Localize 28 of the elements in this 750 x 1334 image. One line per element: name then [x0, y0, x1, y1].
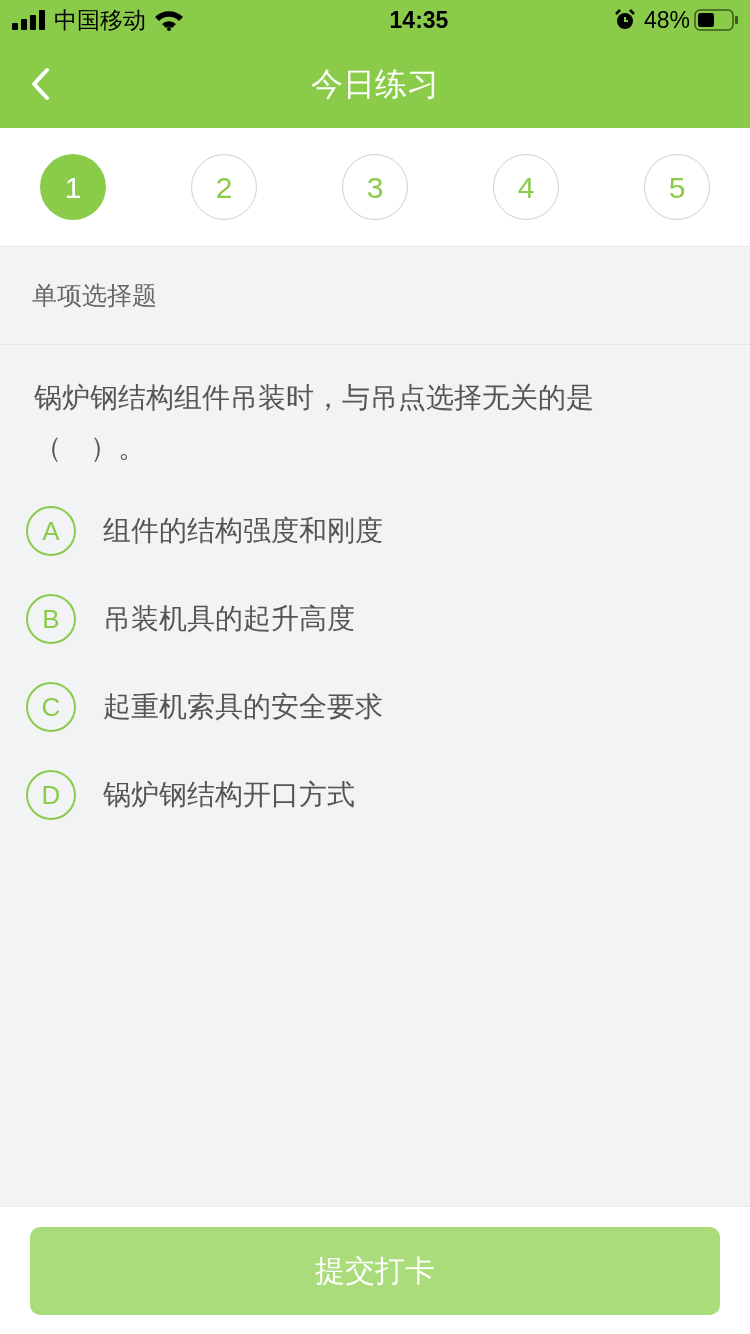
answer-option[interactable]: C 起重机索具的安全要求: [0, 663, 750, 751]
option-letter: B: [26, 594, 76, 644]
alarm-icon: [613, 9, 636, 31]
battery-percentage: 48%: [643, 5, 690, 35]
question-type: 单项选择题: [32, 279, 157, 311]
question-number[interactable]: 1: [40, 154, 106, 220]
option-letter: D: [26, 770, 76, 820]
option-text: 吊装机具的起升高度: [103, 602, 355, 636]
question-number[interactable]: 5: [644, 154, 710, 220]
question-number[interactable]: 2: [191, 154, 257, 220]
battery-icon: [694, 9, 738, 31]
answer-option[interactable]: B 吊装机具的起升高度: [0, 575, 750, 663]
option-text: 锅炉钢结构开口方式: [103, 778, 355, 812]
question-number[interactable]: 4: [493, 154, 559, 220]
carrier-name: 中国移动: [54, 5, 146, 35]
question-number[interactable]: 3: [342, 154, 408, 220]
status-time: 14:35: [389, 5, 449, 35]
signal-icon: [12, 10, 48, 30]
answer-option[interactable]: D 锅炉钢结构开口方式: [0, 751, 750, 839]
back-icon: [30, 67, 50, 101]
question-text: 锅炉钢结构组件吊装时，与吊点选择无关的是（ ）。: [33, 381, 595, 465]
page-title: 今日练习: [311, 65, 439, 104]
option-text: 起重机索具的安全要求: [103, 690, 383, 724]
option-letter: C: [26, 682, 76, 732]
answer-option[interactable]: A 组件的结构强度和刚度: [0, 487, 750, 575]
option-text: 组件的结构强度和刚度: [103, 514, 383, 548]
wifi-icon: [154, 9, 184, 31]
option-letter: A: [26, 506, 76, 556]
